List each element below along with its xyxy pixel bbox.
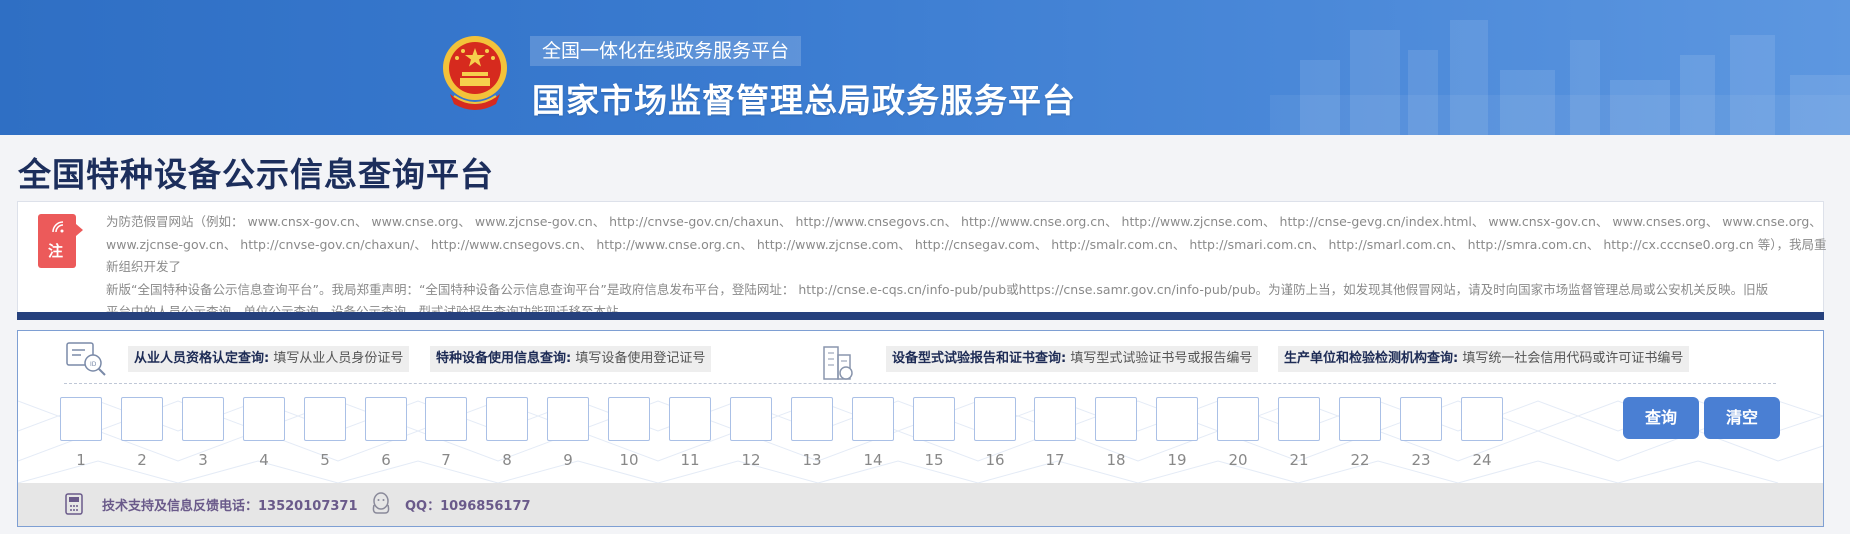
- support-qq: QQ：1096856177: [405, 499, 531, 514]
- char-input-index: 19: [1167, 451, 1187, 469]
- notice-panel: 注 为防范假冒网站（例如： www.cnsx-gov.cn、 www.cnse.…: [17, 201, 1827, 319]
- char-input-box[interactable]: [365, 397, 407, 441]
- char-input-box[interactable]: [913, 397, 955, 441]
- query-type-organization[interactable]: 生产单位和检验检测机构查询: 填写统一社会信用代码或许可证书编号: [1278, 346, 1690, 372]
- query-type-hint: 填写统一社会信用代码或许可证书编号: [1462, 351, 1684, 366]
- qq-penguin-icon: [372, 492, 390, 514]
- char-input-index: 14: [863, 451, 883, 469]
- query-type-personnel[interactable]: 从业人员资格认定查询: 填写从业人员身份证号: [128, 346, 410, 372]
- char-input-box[interactable]: [1217, 397, 1259, 441]
- char-input-box[interactable]: [1156, 397, 1198, 441]
- char-input-index: 6: [381, 451, 391, 469]
- notice-badge: 注: [38, 214, 83, 268]
- char-input-box[interactable]: [243, 397, 285, 441]
- notice-text: 为防范假冒网站（例如： www.cnsx-gov.cn、 www.cnse.or…: [106, 211, 1828, 324]
- query-type-equipment-use[interactable]: 特种设备使用信息查询: 填写设备使用登记证号: [430, 346, 712, 372]
- query-panel: ID 从业人员资格认定查询: 填写从业人员身份证号 特种设备使用信息查询: 填写…: [17, 330, 1824, 527]
- char-input-box[interactable]: [60, 397, 102, 441]
- char-input-index: 13: [802, 451, 822, 469]
- query-type-label: 特种设备使用信息查询:: [436, 351, 572, 366]
- char-input-box[interactable]: [791, 397, 833, 441]
- query-type-label: 生产单位和检验检测机构查询:: [1284, 351, 1459, 366]
- char-input-box[interactable]: [1400, 397, 1442, 441]
- char-input-index: 9: [563, 451, 573, 469]
- char-input-box[interactable]: [547, 397, 589, 441]
- support-phone: 技术支持及信息反馈电话：13520107371: [102, 499, 358, 514]
- char-input-index: 10: [619, 451, 639, 469]
- char-input-box[interactable]: [974, 397, 1016, 441]
- char-input-box[interactable]: [182, 397, 224, 441]
- char-input-box[interactable]: [1278, 397, 1320, 441]
- page-title: 全国特种设备公示信息查询平台: [18, 155, 494, 194]
- phone-icon: [65, 493, 83, 515]
- dashed-divider: [64, 383, 1776, 384]
- svg-text:ID: ID: [90, 361, 97, 368]
- signal-icon: [52, 221, 64, 233]
- char-input-box[interactable]: [1034, 397, 1076, 441]
- query-type-type-test-report[interactable]: 设备型式试验报告和证书查询: 填写型式试验证书号或报告编号: [886, 346, 1259, 372]
- char-input-box[interactable]: [852, 397, 894, 441]
- query-type-hint: 填写设备使用登记证号: [575, 351, 706, 366]
- char-input-index: 12: [741, 451, 761, 469]
- national-emblem-icon: [443, 36, 507, 110]
- char-input-box[interactable]: [1461, 397, 1503, 441]
- char-input-index: 15: [924, 451, 944, 469]
- char-input-box[interactable]: [669, 397, 711, 441]
- query-type-hint: 填写型式试验证书号或报告编号: [1070, 351, 1253, 366]
- char-input-index: 23: [1411, 451, 1431, 469]
- notice-line: 为防范假冒网站（例如： www.cnsx-gov.cn、 www.cnse.or…: [106, 214, 1822, 229]
- char-input-index: 4: [259, 451, 269, 469]
- char-input-index: 17: [1045, 451, 1065, 469]
- city-skyline-decoration: [1270, 20, 1850, 135]
- banner-title[interactable]: 国家市场监督管理总局政务服务平台: [532, 74, 1076, 122]
- notice-divider-bar: [17, 312, 1824, 320]
- query-type-label: 从业人员资格认定查询:: [134, 351, 270, 366]
- notice-line: www.zjcnse-gov.cn、 http://cnvse-gov.cn/c…: [106, 236, 1827, 275]
- char-input-index: 20: [1228, 451, 1248, 469]
- char-input-index: 18: [1106, 451, 1126, 469]
- char-input-index: 7: [441, 451, 451, 469]
- char-input-index: 5: [320, 451, 330, 469]
- char-input-index: 2: [137, 451, 147, 469]
- query-button[interactable]: 查询: [1623, 397, 1699, 439]
- char-input-box[interactable]: [608, 397, 650, 441]
- char-input-box[interactable]: [121, 397, 163, 441]
- char-input-index: 1: [76, 451, 86, 469]
- char-input-index: 16: [985, 451, 1005, 469]
- char-input-index: 11: [680, 451, 700, 469]
- query-type-hint: 填写从业人员身份证号: [273, 351, 404, 366]
- char-input-box[interactable]: [1095, 397, 1137, 441]
- char-input-box[interactable]: [304, 397, 346, 441]
- char-input-index: 8: [502, 451, 512, 469]
- char-input-box[interactable]: [730, 397, 772, 441]
- id-card-search-icon: ID: [66, 342, 106, 376]
- notice-badge-label: 注: [48, 242, 64, 260]
- char-input-index: 22: [1350, 451, 1370, 469]
- query-type-label: 设备型式试验报告和证书查询:: [892, 351, 1067, 366]
- char-input-index: 21: [1289, 451, 1309, 469]
- char-input-box[interactable]: [486, 397, 528, 441]
- header-banner: 全国一体化在线政务服务平台 国家市场监督管理总局政务服务平台: [0, 0, 1850, 135]
- support-footer: 技术支持及信息反馈电话：13520107371 QQ：1096856177: [18, 483, 1823, 526]
- char-input-box[interactable]: [425, 397, 467, 441]
- notice-line: 新版“全国特种设备公示信息查询平台”。我局郑重声明：“全国特种设备公示信息查询平…: [106, 281, 1769, 297]
- char-input-index: 24: [1472, 451, 1492, 469]
- char-input-index: 3: [198, 451, 208, 469]
- char-input-box[interactable]: [1339, 397, 1381, 441]
- banner-subtitle: 全国一体化在线政务服务平台: [530, 36, 802, 66]
- building-icon: [823, 346, 853, 380]
- clear-button[interactable]: 清空: [1704, 397, 1780, 439]
